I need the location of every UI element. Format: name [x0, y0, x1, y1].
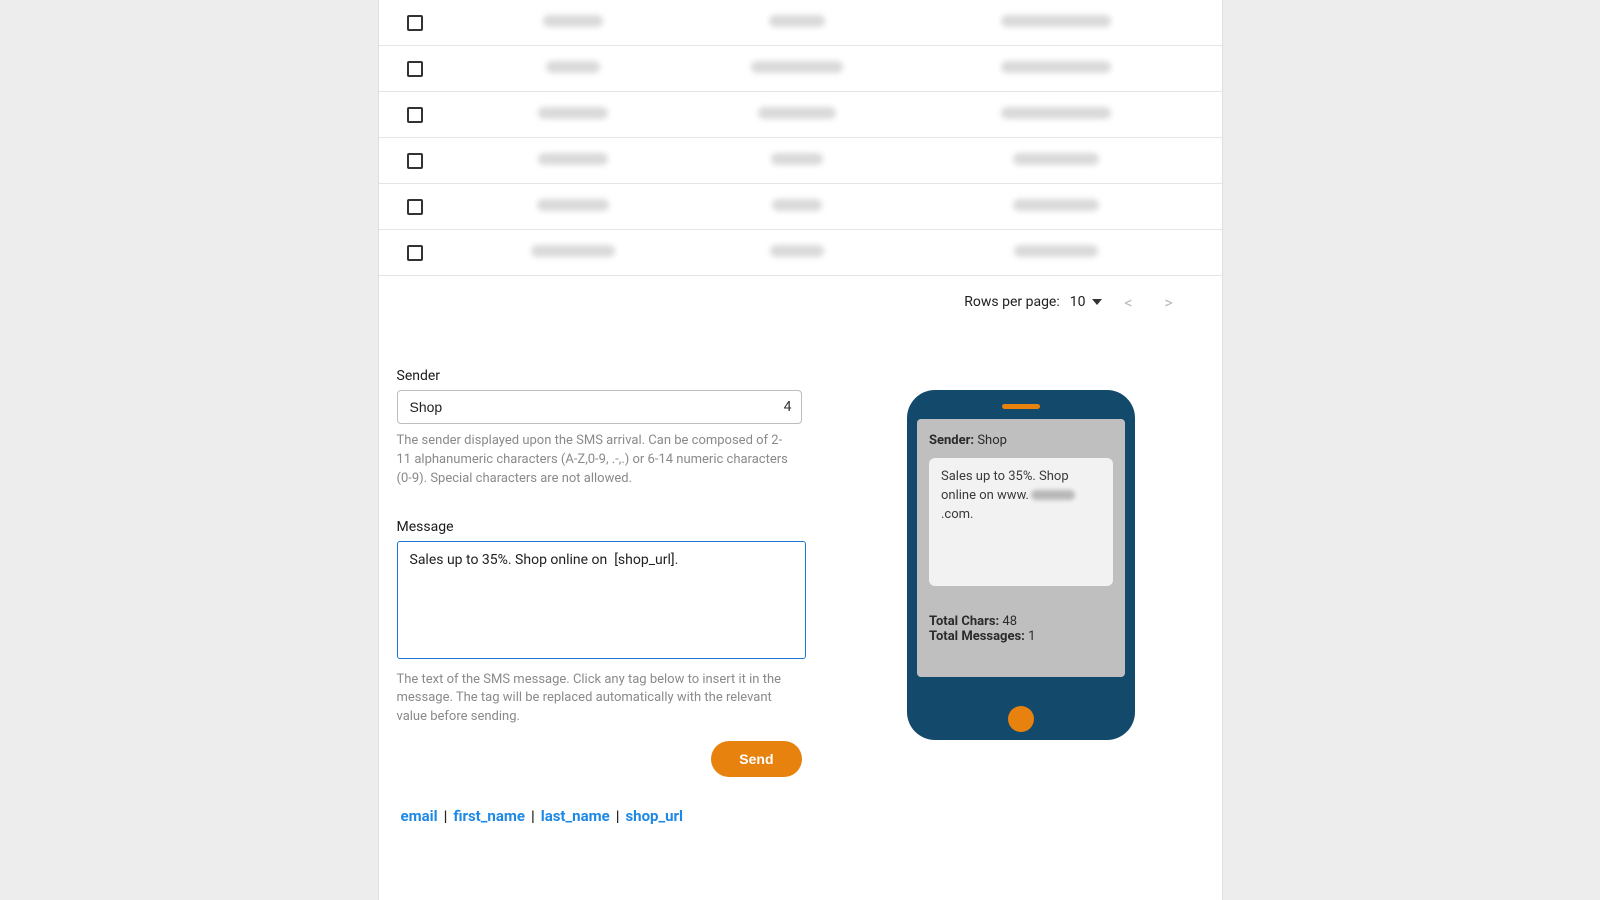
blurred-cell	[772, 199, 822, 211]
total-messages-value: 1	[1028, 629, 1035, 644]
row-checkbox[interactable]	[407, 15, 423, 31]
rows-per-page-value: 10	[1070, 294, 1086, 310]
blurred-cell	[546, 61, 600, 73]
blurred-cell	[531, 245, 615, 257]
message-label: Message	[397, 519, 795, 535]
blurred-cell	[769, 15, 825, 27]
recipients-table	[379, 0, 1222, 276]
total-chars-label: Total Chars:	[929, 614, 999, 629]
tag-shop-url[interactable]: shop_url	[625, 807, 683, 825]
blurred-cell	[770, 245, 824, 257]
message-textarea[interactable]	[397, 541, 806, 659]
chevron-down-icon	[1092, 299, 1102, 305]
phone-stats: Total Chars: 48 Total Messages: 1	[929, 614, 1113, 644]
tag-separator: |	[525, 807, 541, 825]
sender-char-count: 4	[784, 390, 792, 424]
phone-screen: Sender: Shop Sales up to 35%. Shop onlin…	[917, 419, 1125, 677]
total-chars-value: 48	[1002, 614, 1017, 629]
phone-speaker-icon	[1002, 404, 1040, 409]
table-row	[379, 138, 1222, 184]
blurred-cell	[538, 107, 608, 119]
row-checkbox[interactable]	[407, 107, 423, 123]
page-next-button[interactable]: >	[1152, 293, 1186, 312]
tag-first-name[interactable]: first_name	[453, 807, 525, 825]
message-block: Message The text of the SMS message. Cli…	[391, 507, 821, 778]
blurred-cell	[758, 107, 836, 119]
blurred-cell	[1013, 153, 1099, 165]
tag-email[interactable]: email	[401, 807, 438, 825]
total-messages-label: Total Messages:	[929, 629, 1025, 644]
sender-input[interactable]	[397, 390, 802, 424]
phone-preview: Sender: Shop Sales up to 35%. Shop onlin…	[907, 390, 1135, 740]
blurred-cell	[1001, 61, 1111, 73]
send-button[interactable]: Send	[711, 741, 801, 777]
rows-per-page-select[interactable]: 10	[1066, 292, 1106, 312]
pagination-bar: Rows per page: 10 < >	[379, 276, 1222, 332]
row-checkbox[interactable]	[407, 245, 423, 261]
row-checkbox[interactable]	[407, 153, 423, 169]
blurred-cell	[1001, 107, 1111, 119]
sender-help-text: The sender displayed upon the SMS arriva…	[397, 432, 795, 489]
table-row	[379, 46, 1222, 92]
phone-sender-line: Sender: Shop	[929, 433, 1113, 448]
table-row	[379, 92, 1222, 138]
row-checkbox[interactable]	[407, 199, 423, 215]
sender-label: Sender	[397, 368, 795, 384]
rows-per-page-label: Rows per page:	[964, 294, 1059, 310]
blurred-cell	[543, 15, 603, 27]
phone-message-bubble: Sales up to 35%. Shop online on www..com…	[929, 458, 1113, 586]
page-prev-button[interactable]: <	[1112, 293, 1146, 312]
blurred-cell	[537, 199, 609, 211]
row-checkbox[interactable]	[407, 61, 423, 77]
tag-row: email|first_name|last_name|shop_url	[385, 777, 821, 825]
blurred-cell	[1013, 199, 1099, 211]
blurred-domain	[1031, 490, 1075, 500]
sender-block: Sender 4 The sender displayed upon the S…	[391, 356, 821, 489]
table-row	[379, 230, 1222, 276]
phone-sender-label: Sender:	[929, 433, 974, 448]
table-row	[379, 184, 1222, 230]
phone-sender-value: Shop	[977, 433, 1007, 448]
table-row	[379, 0, 1222, 46]
blurred-cell	[1014, 245, 1098, 257]
message-help-text: The text of the SMS message. Click any t…	[397, 671, 795, 728]
page-card: Rows per page: 10 < > Sender 4 The sende…	[378, 0, 1223, 900]
blurred-cell	[771, 153, 823, 165]
tag-separator: |	[610, 807, 626, 825]
blurred-cell	[1001, 15, 1111, 27]
blurred-cell	[751, 61, 843, 73]
tag-separator: |	[438, 807, 454, 825]
phone-home-button-icon	[1008, 706, 1034, 732]
phone-bubble-suffix: .com.	[941, 507, 973, 522]
blurred-cell	[538, 153, 608, 165]
tag-last-name[interactable]: last_name	[541, 807, 610, 825]
